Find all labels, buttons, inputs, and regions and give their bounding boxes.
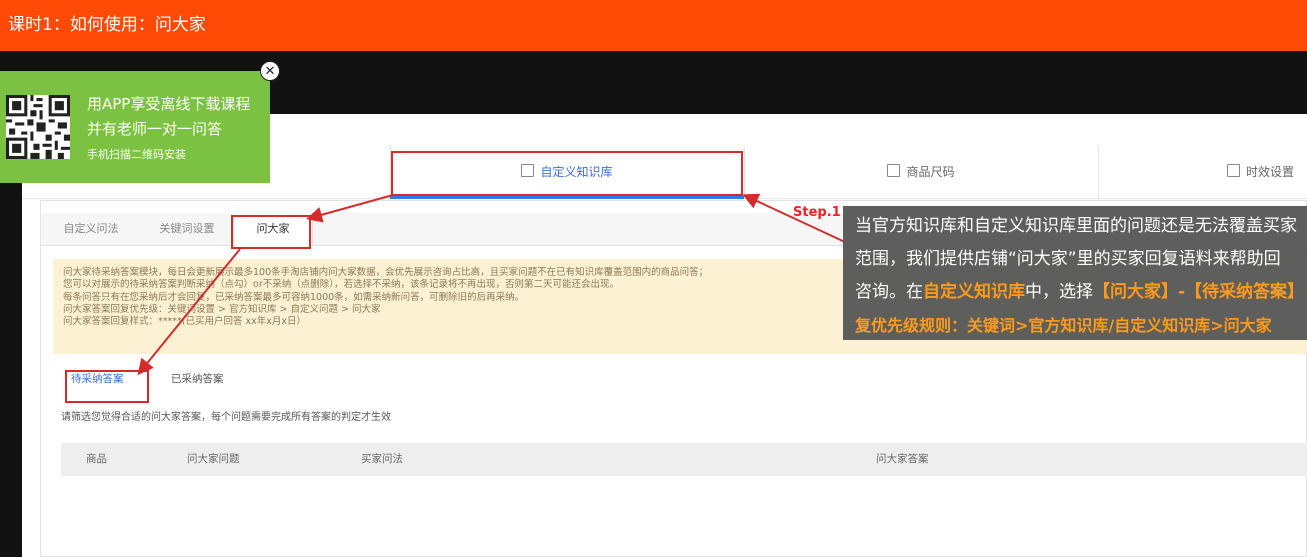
step-label: Step.1	[793, 205, 841, 220]
app-download-promo[interactable]: 用APP享受离线下载课程 并有老师一对一问答 手机扫描二维码安装	[0, 71, 270, 183]
callout-text: 中，选择	[1025, 282, 1093, 302]
qr-code-icon	[6, 95, 70, 159]
callout-highlight: 【问大家】-【待采纳答案】	[1093, 282, 1305, 302]
promo-scan-hint: 手机扫描二维码安装	[87, 148, 186, 161]
callout-highlight: 自定义知识库	[923, 282, 1025, 302]
callout-line-3: 咨询。在自定义知识库中，选择【问大家】-【待采纳答案】	[855, 276, 1307, 309]
arrow-to-ask-everyone	[306, 194, 394, 223]
promo-headline: 用APP享受离线下载课程	[87, 95, 251, 113]
callout-line-1: 当官方知识库和自定义知识库里面的问题还是无法覆盖买家	[855, 216, 1297, 236]
close-icon[interactable]: ✕	[260, 61, 280, 81]
annotation-callout: 当官方知识库和自定义知识库里面的问题还是无法覆盖买家 范围，我们提供店铺“问大家…	[843, 206, 1307, 340]
callout-line-2: 范围，我们提供店铺“问大家”里的买家回复语料来帮助回	[855, 249, 1281, 269]
arrow-to-pending-answers	[137, 248, 241, 376]
promo-subline: 并有老师一对一问答	[87, 120, 223, 138]
callout-line-4: 复优先级规则：关键词>官方知识库/自定义知识库>问大家	[855, 316, 1272, 335]
callout-text: 咨询。在	[855, 282, 923, 302]
